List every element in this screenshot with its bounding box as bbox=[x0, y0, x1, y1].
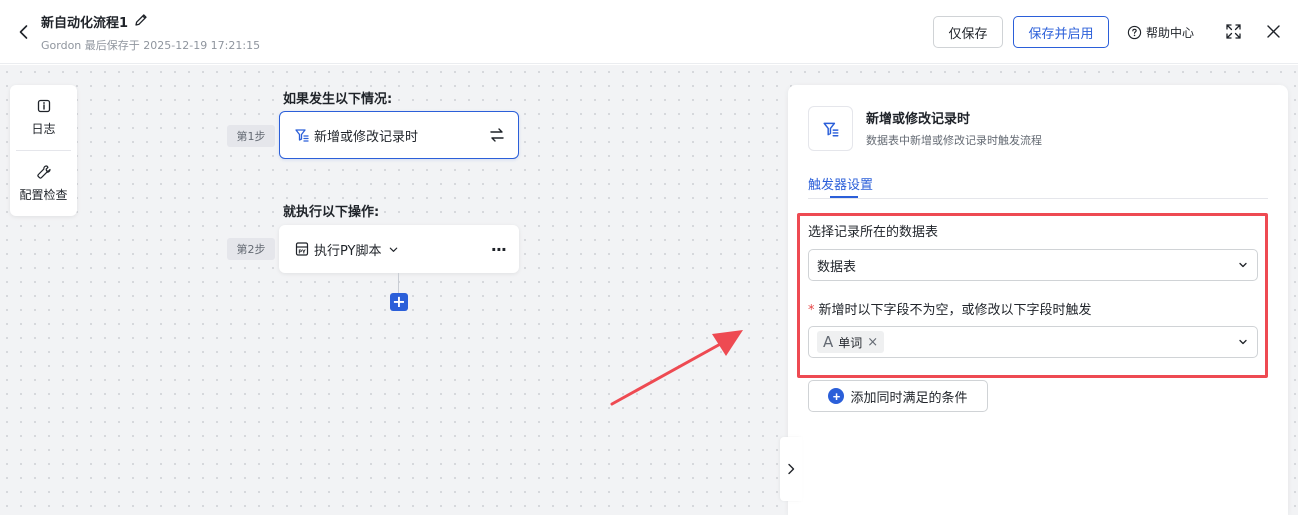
panel-title: 新增或修改记录时 bbox=[866, 112, 971, 127]
add-condition-label: 添加同时满足的条件 bbox=[850, 389, 968, 405]
trigger-fields-label-text: 新增时以下字段不为空，或修改以下字段时触发 bbox=[818, 303, 1092, 318]
close-icon[interactable] bbox=[1265, 23, 1282, 40]
table-select[interactable]: 数据表 bbox=[808, 249, 1258, 281]
action-node[interactable]: PY 执行PY脚本 ··· bbox=[279, 225, 519, 273]
panel-trigger-icon-box bbox=[808, 106, 853, 151]
py-file-icon: PY bbox=[295, 242, 309, 256]
trigger-node[interactable]: 新增或修改记录时 bbox=[279, 111, 519, 159]
action-section-label: 就执行以下操作: bbox=[283, 205, 380, 220]
config-check-tool-button[interactable]: 配置检查 bbox=[10, 151, 77, 215]
last-saved-info: Gordon 最后保存于 2025-12-19 17:21:15 bbox=[41, 39, 261, 52]
filter-icon bbox=[295, 129, 309, 142]
action-node-label: 执行PY脚本 bbox=[314, 243, 382, 259]
chevron-down-icon bbox=[1239, 262, 1247, 268]
save-and-enable-button[interactable]: 保存并启用 bbox=[1013, 16, 1109, 48]
filter-icon bbox=[823, 122, 838, 136]
info-icon bbox=[37, 99, 50, 112]
trigger-node-label: 新增或修改记录时 bbox=[314, 129, 419, 145]
log-tool-button[interactable]: 日志 bbox=[10, 85, 77, 149]
panel-description: 数据表中新增或修改记录时触发流程 bbox=[866, 134, 1042, 147]
trigger-fields-label: * 新增时以下字段不为空，或修改以下字段时触发 bbox=[808, 299, 1092, 318]
annotation-arrow-icon bbox=[610, 330, 743, 406]
top-header: 新自动化流程1 Gordon 最后保存于 2025-12-19 17:21:15… bbox=[0, 0, 1298, 64]
page-title: 新自动化流程1 bbox=[41, 16, 129, 31]
add-node-button[interactable]: + bbox=[390, 293, 408, 311]
side-toolbar: 日志 配置检查 bbox=[10, 85, 77, 216]
tag-remove-icon[interactable]: × bbox=[867, 335, 878, 350]
step-1-tag: 第1步 bbox=[227, 125, 275, 147]
add-condition-button[interactable]: + 添加同时满足的条件 bbox=[808, 380, 988, 412]
save-button[interactable]: 仅保存 bbox=[933, 16, 1003, 48]
more-dots-icon[interactable]: ··· bbox=[491, 240, 507, 259]
chevron-down-icon[interactable] bbox=[388, 244, 399, 255]
node-connector bbox=[398, 273, 399, 293]
tab-trigger-settings[interactable]: 触发器设置 bbox=[808, 174, 873, 193]
table-select-value: 数据表 bbox=[817, 259, 857, 275]
required-star: * bbox=[808, 303, 815, 318]
step-2-tag: 第2步 bbox=[227, 238, 275, 260]
log-tool-label: 日志 bbox=[31, 121, 56, 136]
tab-divider bbox=[808, 198, 1268, 199]
help-center-link[interactable]: 帮助中心 bbox=[1127, 22, 1194, 42]
trigger-settings-panel: 新增或修改记录时 数据表中新增或修改记录时触发流程 触发器设置 选择记录所在的数… bbox=[788, 85, 1288, 515]
text-field-icon: A bbox=[823, 333, 834, 351]
panel-collapse-handle[interactable] bbox=[780, 437, 802, 501]
chevron-down-icon bbox=[1239, 339, 1247, 345]
field-tag: A 单词 × bbox=[817, 331, 885, 353]
expand-icon[interactable] bbox=[1225, 23, 1242, 40]
wrench-icon bbox=[36, 164, 51, 179]
config-check-label: 配置检查 bbox=[19, 187, 68, 202]
help-circle-icon bbox=[1127, 25, 1142, 39]
svg-text:PY: PY bbox=[298, 250, 306, 256]
back-arrow-icon[interactable] bbox=[14, 22, 34, 42]
table-select-label: 选择记录所在的数据表 bbox=[808, 225, 939, 240]
chevron-right-icon bbox=[788, 463, 795, 475]
trigger-section-label: 如果发生以下情况: bbox=[283, 92, 393, 107]
help-center-label: 帮助中心 bbox=[1146, 25, 1195, 40]
trigger-fields-select[interactable]: A 单词 × bbox=[808, 326, 1258, 358]
field-tag-label: 单词 bbox=[838, 335, 863, 350]
plus-icon: + bbox=[828, 388, 845, 404]
pencil-icon[interactable] bbox=[133, 12, 149, 28]
swap-icon[interactable] bbox=[488, 126, 506, 144]
